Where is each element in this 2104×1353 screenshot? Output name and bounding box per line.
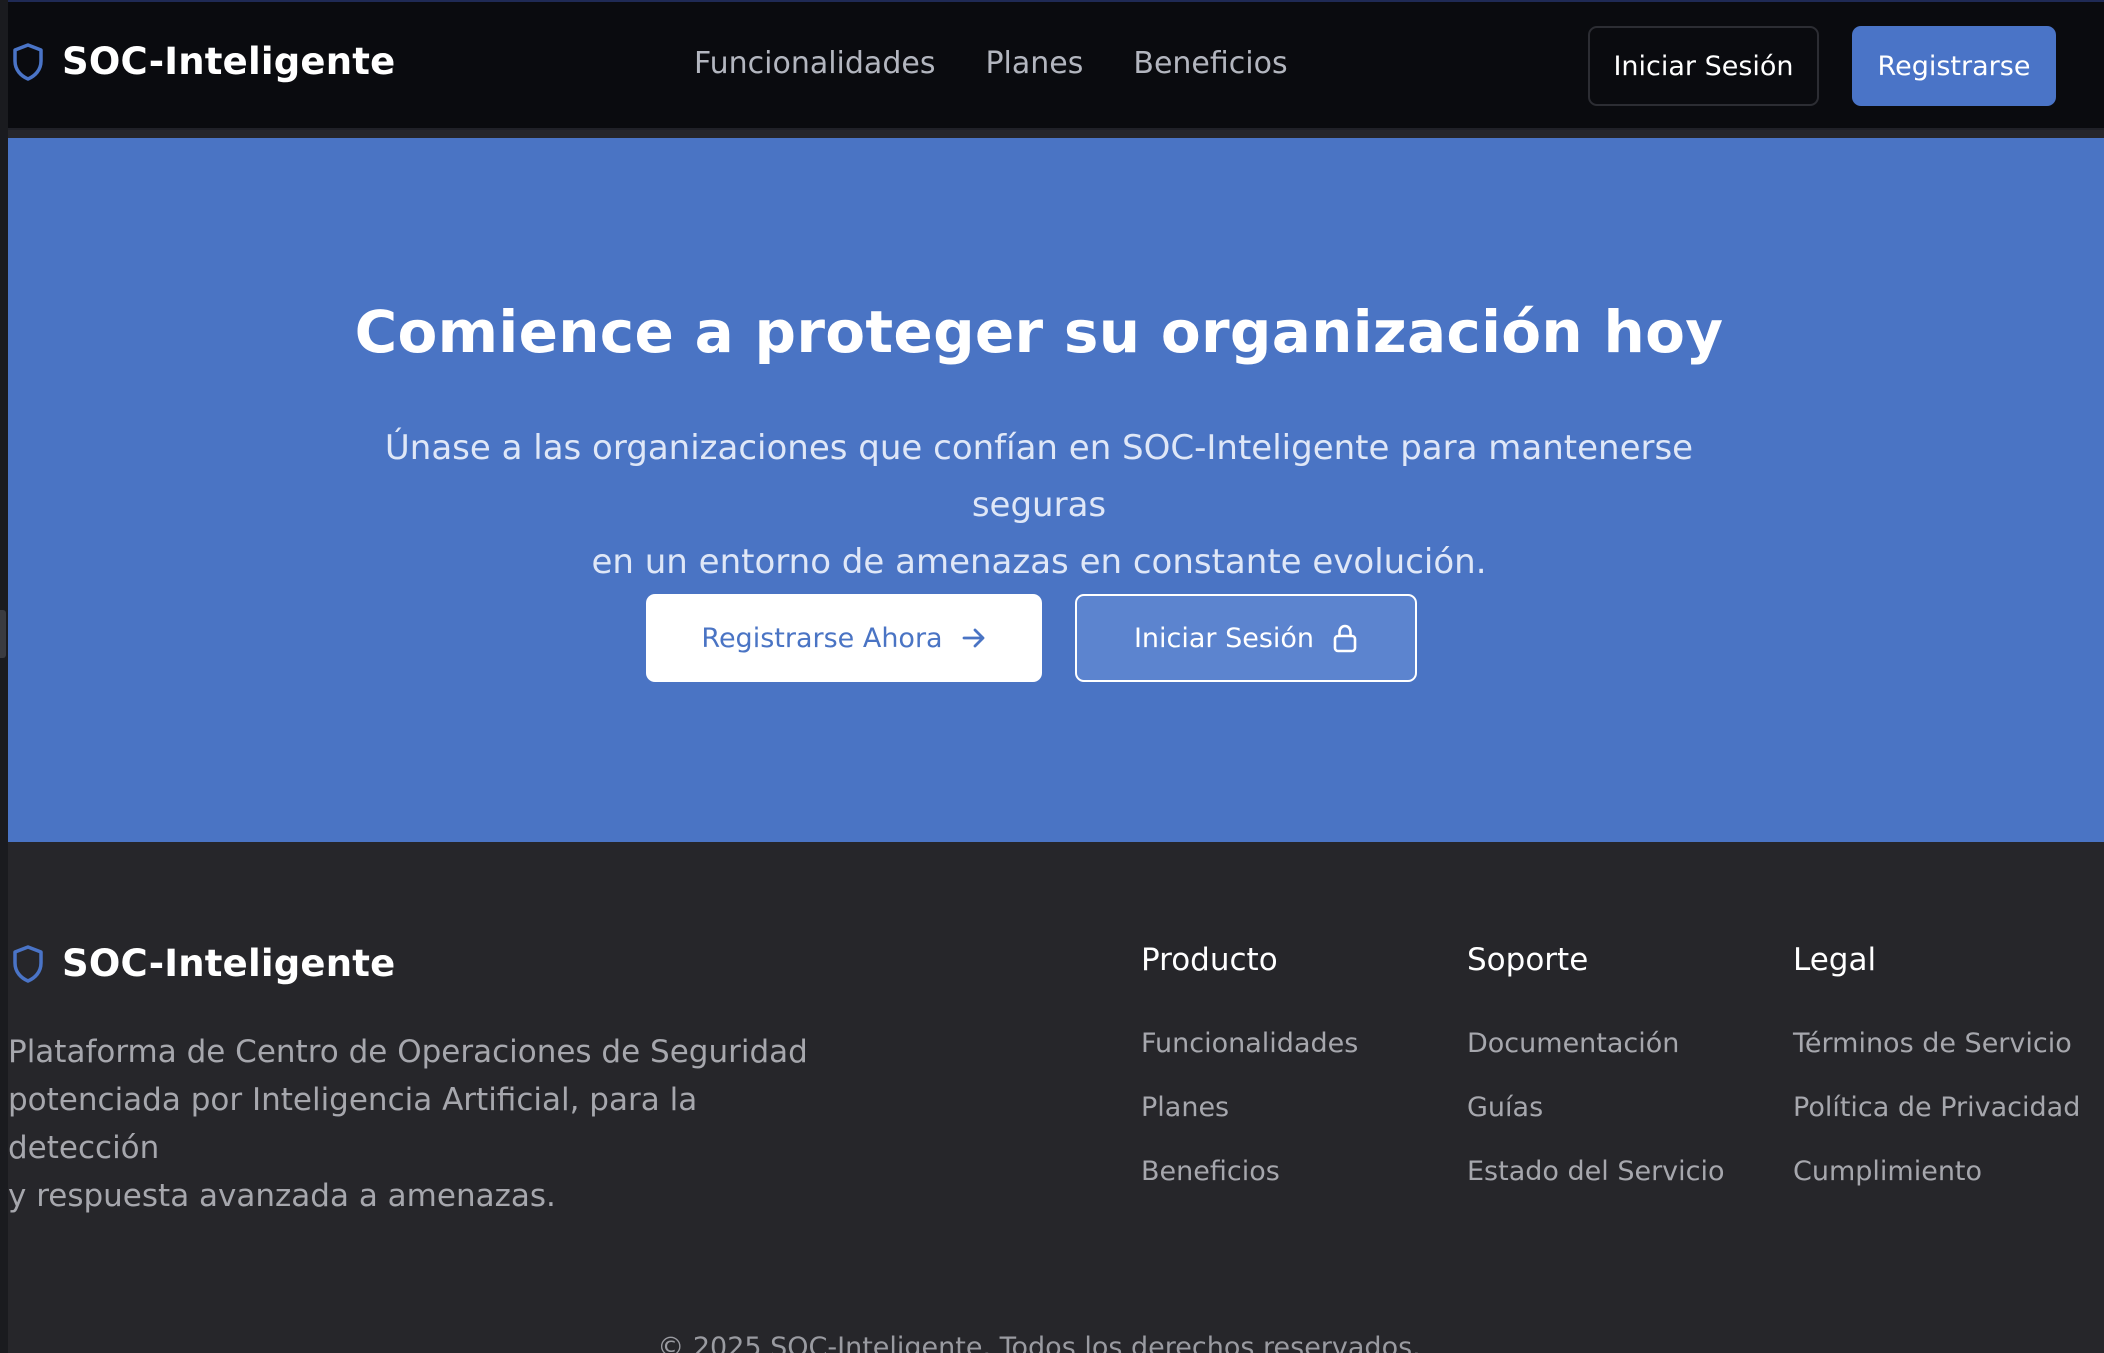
- brand-name: SOC-Inteligente: [62, 40, 396, 83]
- landing-page: SOC-Inteligente Funcionalidades Planes B…: [0, 0, 2104, 1353]
- top-navbar: SOC-Inteligente Funcionalidades Planes B…: [8, 0, 2104, 130]
- brand-logo[interactable]: SOC-Inteligente: [12, 40, 395, 83]
- footer-link-terminos[interactable]: Términos de Servicio: [1793, 1012, 2080, 1076]
- register-now-button[interactable]: Registrarse Ahora: [646, 594, 1042, 682]
- copyright-text: © 2025 SOC-Inteligente. Todos los derech…: [657, 1332, 1421, 1353]
- footer-link-beneficios[interactable]: Beneficios: [1141, 1140, 1358, 1204]
- cta-title: Comience a proteger su organización hoy: [354, 298, 1724, 366]
- footer-link-guias[interactable]: Guías: [1467, 1076, 1725, 1140]
- footer-column-legal: Legal Términos de Servicio Política de P…: [1793, 942, 2080, 1204]
- main-nav: Funcionalidades Planes Beneficios: [694, 46, 1288, 81]
- footer-column-producto: Producto Funcionalidades Planes Benefici…: [1141, 942, 1358, 1204]
- cta-login-label: Iniciar Sesión: [1133, 622, 1315, 654]
- shield-icon: [13, 944, 43, 983]
- footer-link-cumplimiento[interactable]: Cumplimiento: [1793, 1140, 2080, 1204]
- cta-login-button[interactable]: Iniciar Sesión: [1075, 594, 1417, 682]
- nav-link-planes[interactable]: Planes: [985, 46, 1083, 81]
- cta-subtitle-line: en un entorno de amenazas en constante e…: [591, 542, 1487, 582]
- resize-handle[interactable]: [0, 610, 6, 658]
- register-button[interactable]: Registrarse: [1852, 26, 2056, 106]
- footer-brand[interactable]: SOC-Inteligente: [12, 942, 395, 985]
- footer-column-title: Legal: [1793, 942, 1877, 978]
- window-edge: [0, 0, 8, 1353]
- cta-section: Comience a proteger su organización hoy …: [8, 138, 2104, 842]
- footer-column-title: Producto: [1141, 942, 1278, 978]
- login-button[interactable]: Iniciar Sesión: [1588, 26, 1819, 106]
- lock-icon: [1333, 624, 1357, 653]
- cta-subtitle-line: Únase a las organizaciones que confían e…: [384, 428, 1694, 525]
- footer-description-line: potenciada por Inteligencia Artificial, …: [8, 1082, 698, 1166]
- footer-link-funcionalidades[interactable]: Funcionalidades: [1141, 1012, 1358, 1076]
- cta-subtitle: Únase a las organizaciones que confían e…: [338, 420, 1740, 591]
- footer-column-soporte: Soporte Documentación Guías Estado del S…: [1467, 942, 1725, 1204]
- shield-icon: [13, 42, 43, 81]
- footer-link-privacidad[interactable]: Política de Privacidad: [1793, 1076, 2080, 1140]
- nav-link-beneficios[interactable]: Beneficios: [1133, 46, 1287, 81]
- footer-description-line: Plataforma de Centro de Operaciones de S…: [8, 1034, 808, 1070]
- footer-column-title: Soporte: [1467, 942, 1589, 978]
- footer-link-documentacion[interactable]: Documentación: [1467, 1012, 1725, 1076]
- footer-link-planes[interactable]: Planes: [1141, 1076, 1358, 1140]
- footer-description-line: y respuesta avanzada a amenazas.: [8, 1178, 556, 1214]
- footer-brand-name: SOC-Inteligente: [62, 942, 396, 985]
- arrow-right-icon: [962, 628, 985, 648]
- site-footer: SOC-Inteligente Plataforma de Centro de …: [8, 842, 2104, 1353]
- footer-link-estado[interactable]: Estado del Servicio: [1467, 1140, 1725, 1204]
- nav-link-funcionalidades[interactable]: Funcionalidades: [694, 46, 935, 81]
- register-now-label: Registrarse Ahora: [701, 622, 943, 654]
- footer-description: Plataforma de Centro de Operaciones de S…: [8, 1028, 808, 1220]
